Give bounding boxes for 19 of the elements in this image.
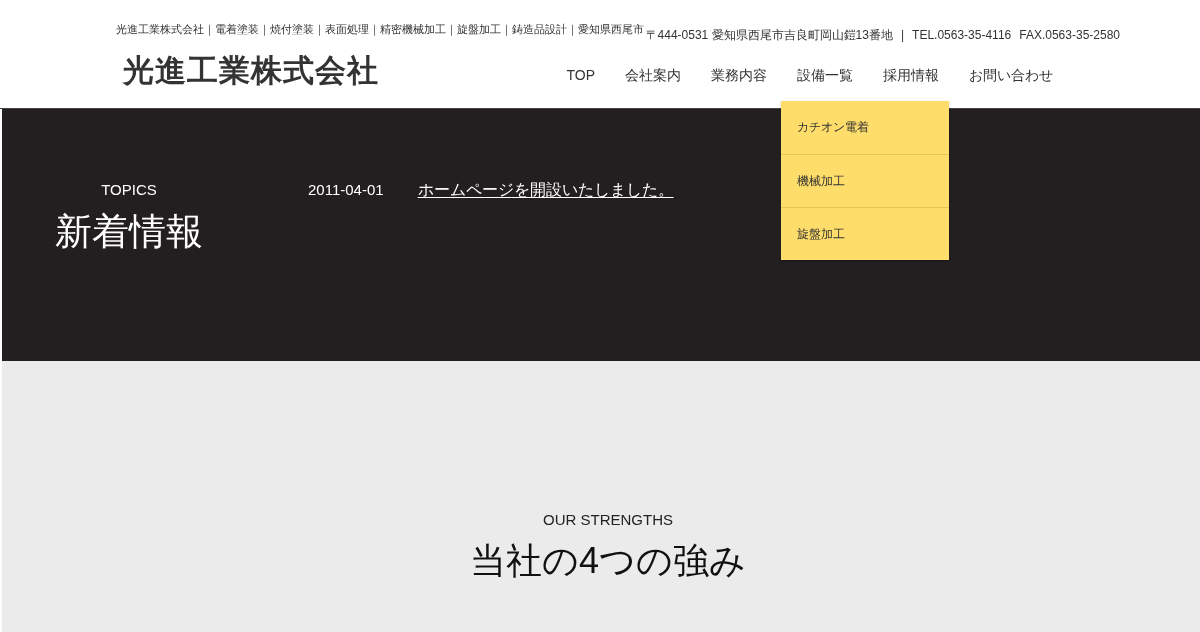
nav-link[interactable]: お問い合わせ <box>969 65 1053 85</box>
section-eyebrow: OUR STRENGTHS <box>543 511 673 529</box>
news-link[interactable]: ホームページを開設いたしました。 <box>417 181 674 199</box>
fax-text: FAX.0563-35-2580 <box>1019 27 1120 43</box>
section-heading: 当社の4つの強み <box>470 540 746 582</box>
phone-text: TEL.0563-35-4116 <box>912 27 1012 43</box>
tagline-text: 光進工業株式会社｜電着塗装｜焼付塗装｜表面処理｜精密機械加工｜旋盤加工｜鋳造品設計｜愛知県西尾市 <box>116 22 644 37</box>
nav-link[interactable]: TOP <box>566 65 595 85</box>
divider-text: | <box>900 27 905 43</box>
news-date: 2011-04-01 <box>308 181 384 199</box>
nav-link[interactable]: 採用情報 <box>883 65 939 85</box>
nav-link[interactable]: 会社案内 <box>625 65 681 85</box>
address-text: 〒444-0531 愛知県西尾市吉良町岡山鎧13番地 <box>645 27 893 43</box>
section-eyebrow: TOPICS <box>101 181 157 199</box>
logo-text[interactable]: 光進工業株式会社 <box>123 54 379 88</box>
dropdown-item[interactable]: カチオン電着 <box>781 101 949 154</box>
section-heading: 新着情報 <box>55 211 203 253</box>
nav-link[interactable]: 業務内容 <box>711 65 767 85</box>
nav-link[interactable]: 設備一覧 <box>797 65 853 85</box>
